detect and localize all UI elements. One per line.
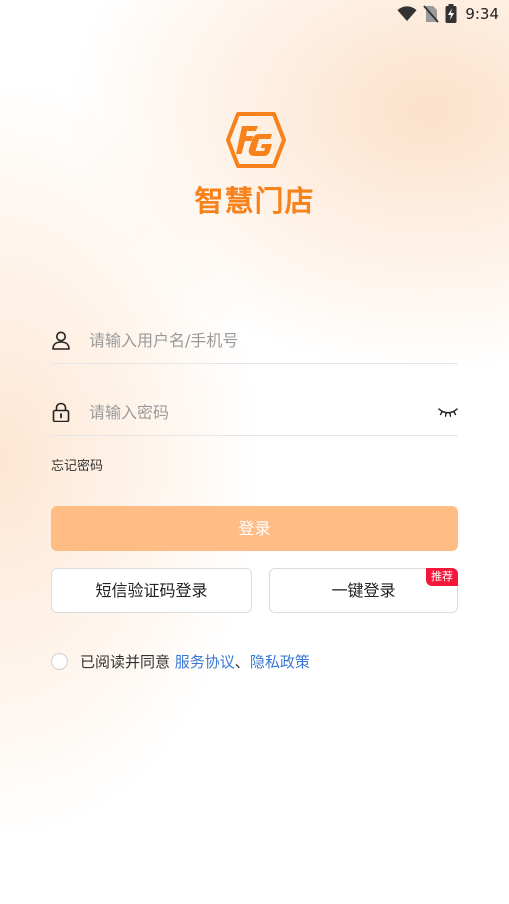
service-agreement-link[interactable]: 服务协议 — [175, 651, 235, 672]
recommend-badge: 推荐 — [426, 568, 458, 586]
password-field — [51, 388, 458, 436]
status-time: 9:34 — [465, 4, 499, 23]
user-icon — [52, 331, 70, 350]
status-bar: 9:34 — [0, 0, 509, 28]
lock-icon — [52, 402, 70, 422]
forgot-password-link[interactable]: 忘记密码 — [51, 455, 103, 474]
one-key-login-label: 一键登录 — [331, 581, 396, 600]
sms-login-label: 短信验证码登录 — [95, 581, 208, 600]
agreement-row: 已阅读并同意 服务协议 、 隐私政策 — [51, 650, 310, 672]
no-sim-icon — [423, 4, 439, 23]
agreement-checkbox[interactable] — [51, 652, 68, 670]
agreement-prefix: 已阅读并同意 — [80, 652, 175, 671]
one-key-login-button[interactable]: 一键登录 推荐 — [269, 568, 458, 613]
wifi-icon — [397, 5, 417, 21]
privacy-policy-link[interactable]: 隐私政策 — [250, 651, 310, 672]
status-icons: 9:34 — [397, 4, 499, 23]
username-input[interactable] — [89, 324, 419, 356]
app-name: 智慧门店 — [194, 184, 315, 218]
password-input[interactable] — [89, 396, 419, 428]
battery-charging-icon — [445, 4, 457, 23]
username-field — [51, 316, 458, 364]
fg-hexagon-logo-icon — [226, 112, 286, 168]
login-button[interactable]: 登录 — [51, 506, 458, 551]
eye-closed-icon[interactable] — [438, 405, 458, 419]
sms-login-button[interactable]: 短信验证码登录 — [51, 568, 252, 613]
agreement-separator: 、 — [234, 652, 250, 671]
